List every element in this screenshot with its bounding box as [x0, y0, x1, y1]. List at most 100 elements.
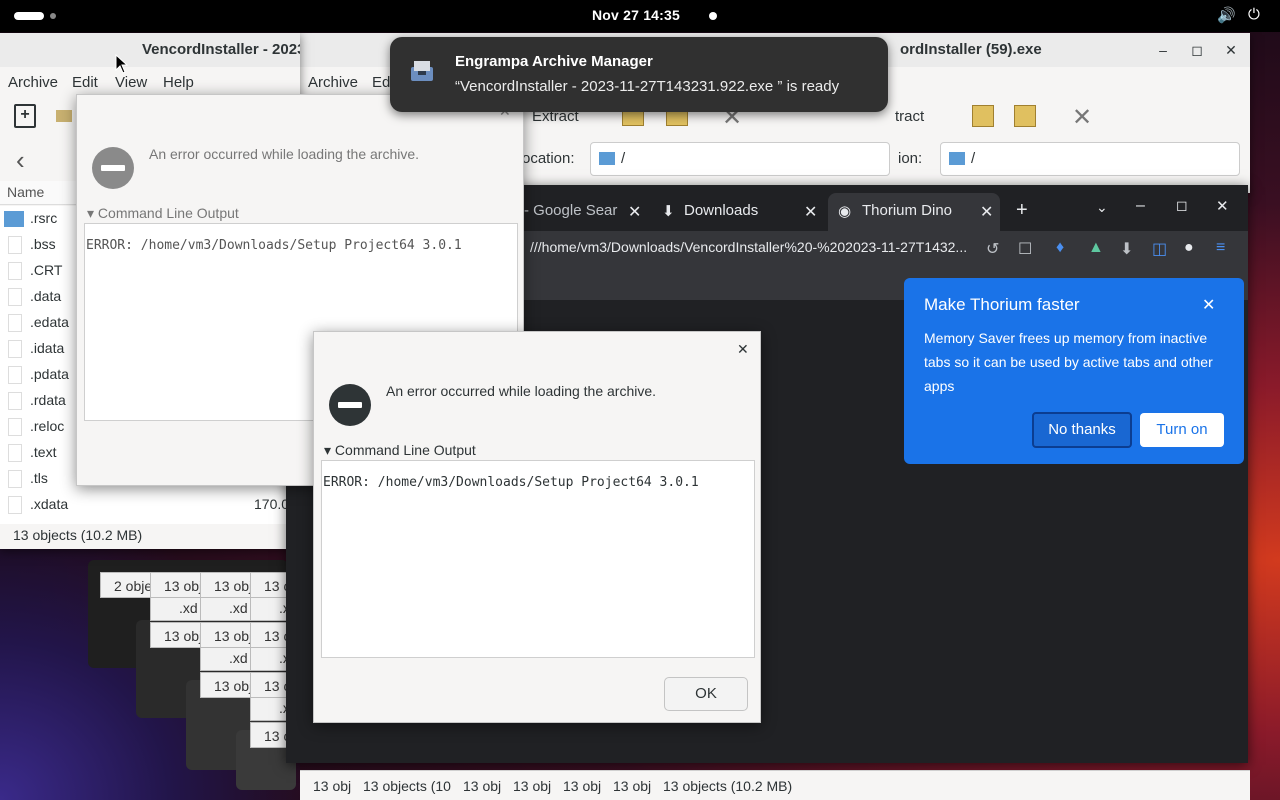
extensions-icon[interactable]: ♦	[1056, 239, 1064, 257]
top-bar: Nov 27 14:35 🔊 ⏻	[0, 0, 1280, 32]
side-panel-icon[interactable]: ◫	[1152, 239, 1167, 259]
minimize-button[interactable]: –	[1136, 197, 1145, 215]
maximize-button[interactable]: ◻	[1188, 41, 1206, 59]
maximize-button[interactable]: ◻	[1176, 197, 1188, 214]
notification-body: “VencordInstaller - 2023-11-27T143231.92…	[455, 78, 840, 95]
toolbar-icon[interactable]	[1014, 105, 1036, 127]
stacked-status: 13 c	[250, 672, 290, 698]
notification-title: Engrampa Archive Manager	[455, 53, 653, 70]
location-field[interactable]: /	[590, 142, 890, 176]
name-column-header[interactable]: Name	[7, 184, 44, 200]
tab-close-icon[interactable]: ✕	[980, 202, 993, 222]
tab-downloads[interactable]: ⬇ Downloads ✕	[656, 193, 822, 231]
menu-view[interactable]: View	[115, 74, 147, 91]
url-text[interactable]: ///home/vm3/Downloads/VencordInstaller%2…	[530, 239, 967, 255]
stacked-status: 13 obj	[150, 572, 202, 598]
promo-title: Make Thorium faster	[924, 295, 1080, 314]
menu-edit[interactable]: Ed	[372, 74, 390, 91]
close-button[interactable]: ✕	[1216, 197, 1229, 215]
profile-icon[interactable]: ●	[1184, 239, 1194, 257]
download-icon[interactable]: ⬇	[1120, 239, 1133, 259]
location-value-2: /	[971, 150, 976, 167]
tab-close-icon[interactable]: ✕	[628, 202, 641, 222]
workspace-indicator[interactable]	[50, 13, 56, 19]
globe-icon: ◉	[838, 203, 852, 220]
back-icon[interactable]: ‹	[16, 145, 25, 176]
no-thanks-button[interactable]: No thanks	[1032, 412, 1132, 448]
location-field-2[interactable]: /	[940, 142, 1240, 176]
new-tab-button[interactable]: +	[1016, 199, 1028, 222]
command-output-expander[interactable]: ▾ Command Line Output	[87, 205, 239, 222]
menu-archive[interactable]: Archive	[8, 74, 58, 91]
archive-manager-icon	[411, 61, 433, 81]
tab-thorium-dino[interactable]: ◉ Thorium Dino ✕	[828, 193, 1000, 231]
notification-indicator	[709, 12, 717, 20]
share-icon[interactable]: ↺	[986, 239, 999, 259]
power-icon[interactable]: ⏻	[1248, 6, 1260, 23]
tab-google-search[interactable]: - Google Sear ✕	[522, 193, 650, 231]
stacked-status: 13 c	[250, 572, 290, 598]
file-icon	[8, 444, 22, 462]
close-icon[interactable]: ✕	[737, 341, 749, 358]
menu-archive[interactable]: Archive	[308, 74, 358, 91]
file-icon	[8, 262, 22, 280]
ok-button[interactable]: OK	[664, 677, 748, 711]
toolbar-icon[interactable]	[972, 105, 994, 127]
lab-icon[interactable]: ▲	[1088, 239, 1104, 257]
volume-icon[interactable]: 🔊	[1217, 6, 1236, 24]
tab-close-icon[interactable]: ✕	[804, 202, 817, 222]
stacked-status: 13 obj	[200, 572, 252, 598]
file-icon	[8, 366, 22, 384]
stacked-status: 13 obj	[150, 622, 202, 648]
close-icon[interactable]: ✕	[1202, 295, 1215, 315]
mouse-cursor-icon	[115, 54, 129, 74]
clock[interactable]: Nov 27 14:35	[592, 7, 680, 23]
menu-edit[interactable]: Edit	[72, 74, 98, 91]
turn-on-button[interactable]: Turn on	[1140, 413, 1224, 447]
new-archive-icon[interactable]: +	[14, 104, 36, 128]
menu-icon[interactable]: ≡	[1216, 239, 1225, 257]
command-output[interactable]: ERROR: /home/vm3/Downloads/Setup Project…	[321, 460, 755, 658]
activities-button[interactable]	[14, 12, 44, 20]
stacked-row: .x	[250, 597, 290, 621]
error-icon	[92, 147, 134, 189]
promo-body: Memory Saver frees up memory from inacti…	[924, 330, 1213, 394]
open-icon[interactable]	[56, 110, 72, 122]
error-dialog: ✕ An error occurred while loading the ar…	[313, 331, 761, 723]
folder-icon	[949, 152, 965, 165]
file-icon	[8, 288, 22, 306]
location-label: ocation:	[522, 150, 575, 167]
statusbar: 13 objects (10.2 MB)	[0, 524, 300, 549]
file-icon	[8, 236, 22, 254]
file-size: 170.0	[254, 496, 290, 512]
file-icon	[8, 340, 22, 358]
error-message: An error occurred while loading the arch…	[386, 383, 657, 399]
location-value: /	[621, 150, 626, 167]
file-icon	[8, 392, 22, 410]
notification-banner[interactable]: Engrampa Archive Manager “VencordInstall…	[390, 37, 888, 112]
close-button[interactable]: ✕	[1222, 41, 1240, 59]
file-icon	[8, 470, 22, 488]
tab-search-icon[interactable]: ⌄	[1096, 199, 1108, 216]
extract-button-2[interactable]: tract	[895, 108, 924, 125]
list-item[interactable]: .xdata 170.0	[0, 492, 300, 518]
stacked-row: .x	[250, 697, 290, 721]
stacked-status: 13 obj	[200, 622, 252, 648]
titlebar: VencordInstaller - 2023	[0, 33, 300, 67]
window-title: VencordInstaller - 2023	[142, 41, 300, 58]
stacked-row: .xd	[200, 647, 252, 671]
stacked-row: .xd	[200, 597, 252, 621]
location-label-2: ion:	[898, 150, 923, 167]
download-icon: ⬇	[662, 203, 675, 220]
stacked-row: .x	[250, 647, 290, 671]
stop-icon[interactable]: ✕	[1072, 103, 1092, 132]
menu-help[interactable]: Help	[163, 74, 194, 91]
folder-icon	[4, 211, 24, 227]
file-icon	[8, 496, 22, 514]
minimize-button[interactable]: –	[1154, 41, 1172, 59]
file-icon	[8, 314, 22, 332]
bookmark-icon[interactable]: ☐	[1018, 239, 1032, 259]
stacked-status: 13 c	[250, 722, 290, 748]
window-title: ordInstaller (59).exe	[900, 41, 1042, 58]
command-output-expander[interactable]: ▾ Command Line Output	[324, 442, 476, 459]
